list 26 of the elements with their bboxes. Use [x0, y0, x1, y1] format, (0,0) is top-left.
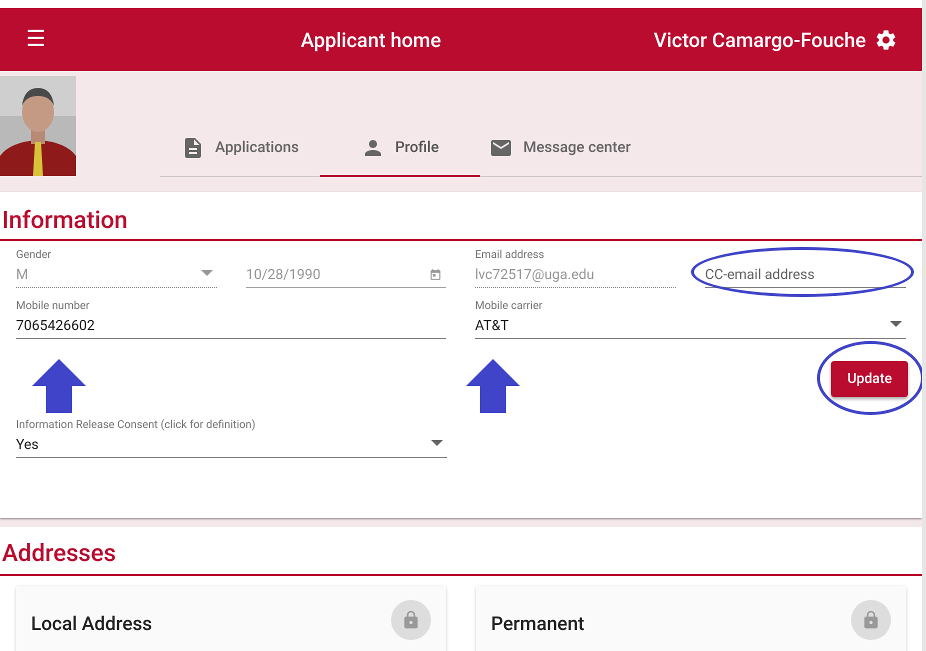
dropdown-caret-icon [201, 270, 213, 276]
dropdown-caret-icon [431, 440, 443, 446]
lock-icon[interactable] [391, 600, 431, 640]
dropdown-caret-icon [890, 321, 902, 327]
page-title: Applicant home [300, 26, 442, 54]
field-label: Mobile number [16, 298, 90, 313]
field-label: Email address [475, 247, 546, 262]
field-label: Mobile carrier [475, 298, 544, 313]
card-title: Permanent [491, 611, 584, 637]
section-heading: Information [2, 205, 129, 235]
field-label: Gender [16, 247, 52, 262]
input-field[interactable]: 7065426602 [16, 313, 446, 339]
dropdown-field[interactable]: AT&T [475, 313, 906, 339]
input-field[interactable]: CC-email address [705, 262, 906, 288]
tab[interactable]: Applications [160, 120, 320, 177]
update-button[interactable]: Update [831, 361, 908, 397]
field-label: Information Release Consent (click for definition) [16, 417, 256, 432]
tab[interactable]: Profile [320, 120, 480, 177]
lock-icon[interactable] [851, 600, 891, 640]
section-heading: Addresses [2, 538, 117, 568]
dropdown-field[interactable]: Yes [16, 432, 447, 458]
user-name[interactable]: Victor Camargo-Fouche [654, 24, 866, 54]
calendar-icon [429, 268, 442, 281]
tab[interactable]: Message center [480, 120, 640, 177]
settings-icon[interactable] [874, 28, 898, 52]
card-title: Local Address [31, 611, 152, 637]
